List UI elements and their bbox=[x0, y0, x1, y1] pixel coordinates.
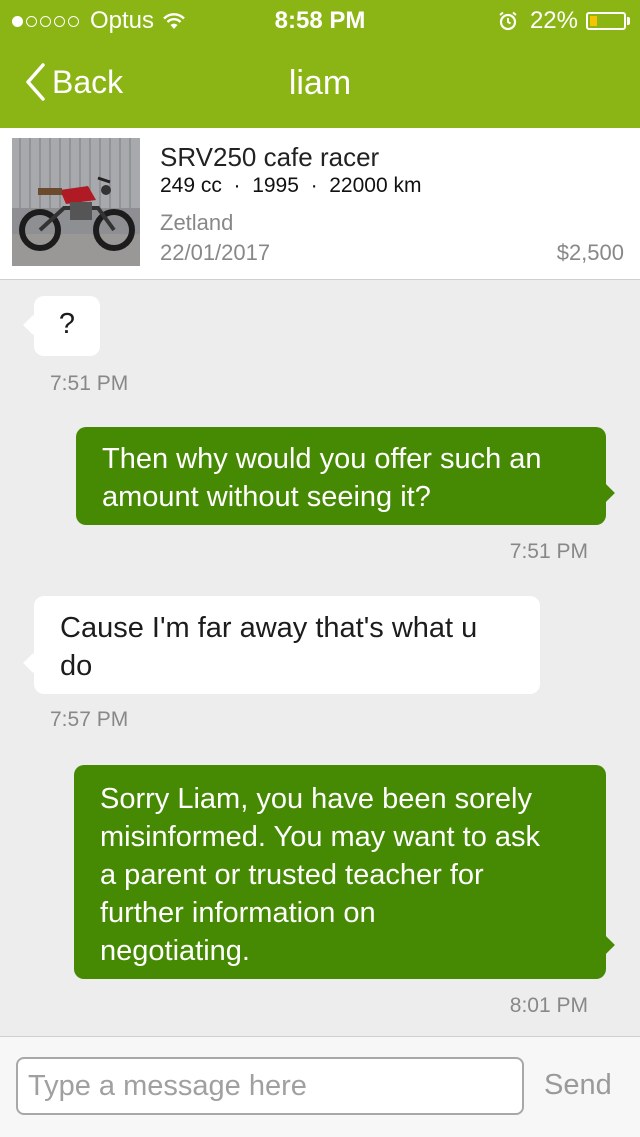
message-text-line: do bbox=[60, 650, 93, 682]
alarm-icon bbox=[499, 11, 517, 31]
listing-specs: 249 cc · 1995 · 22000 km bbox=[160, 174, 422, 197]
message-text-line: negotiating. bbox=[100, 935, 250, 967]
message-text-line: a parent or trusted teacher for bbox=[100, 859, 484, 891]
listing-card[interactable]: SRV250 cafe racer 249 cc · 1995 · 22000 … bbox=[0, 128, 640, 280]
send-button[interactable]: Send bbox=[544, 1069, 612, 1102]
incoming-message-bubble[interactable]: ? bbox=[34, 296, 100, 356]
message-timestamp: 7:51 PM bbox=[50, 372, 129, 395]
listing-price: $2,500 bbox=[556, 240, 624, 265]
incoming-message-bubble[interactable]: Cause I'm far away that's what u do bbox=[34, 596, 540, 694]
message-text-line: further information on bbox=[100, 897, 376, 929]
message-composer: Send bbox=[0, 1036, 640, 1137]
message-text-line: amount without seeing it? bbox=[102, 481, 431, 513]
listing-location: Zetland bbox=[160, 210, 234, 235]
message-timestamp: 7:57 PM bbox=[50, 708, 129, 731]
conversation-title: liam bbox=[288, 64, 352, 102]
message-text-line: Sorry Liam, you have been sorely bbox=[100, 783, 532, 815]
message-input[interactable] bbox=[16, 1057, 524, 1115]
message-text-line: misinformed. You may want to ask bbox=[100, 821, 541, 853]
message-text-line: ? bbox=[58, 308, 76, 340]
navigation-bar: Back liam bbox=[0, 40, 640, 128]
battery-icon bbox=[586, 12, 626, 30]
message-timestamp: 7:51 PM bbox=[509, 540, 588, 563]
battery-fill bbox=[590, 16, 597, 26]
message-text-line: Then why would you offer such an bbox=[102, 443, 542, 475]
status-right: 22% bbox=[498, 7, 630, 35]
message-text-line: Cause I'm far away that's what u bbox=[60, 612, 478, 644]
battery-percent: 22% bbox=[529, 7, 578, 34]
outgoing-message-bubble[interactable]: Sorry Liam, you have been sorely misinfo… bbox=[74, 765, 606, 979]
status-bar: Optus 8:58 PM 22% bbox=[0, 0, 640, 40]
outgoing-message-bubble[interactable]: Then why would you offer such an amount … bbox=[76, 427, 606, 525]
message-timestamp: 8:01 PM bbox=[509, 994, 588, 1017]
battery-nub bbox=[627, 17, 630, 25]
listing-title: SRV250 cafe racer bbox=[160, 142, 380, 172]
motorcycle-photo bbox=[12, 138, 140, 266]
listing-date: 22/01/2017 bbox=[160, 240, 271, 265]
